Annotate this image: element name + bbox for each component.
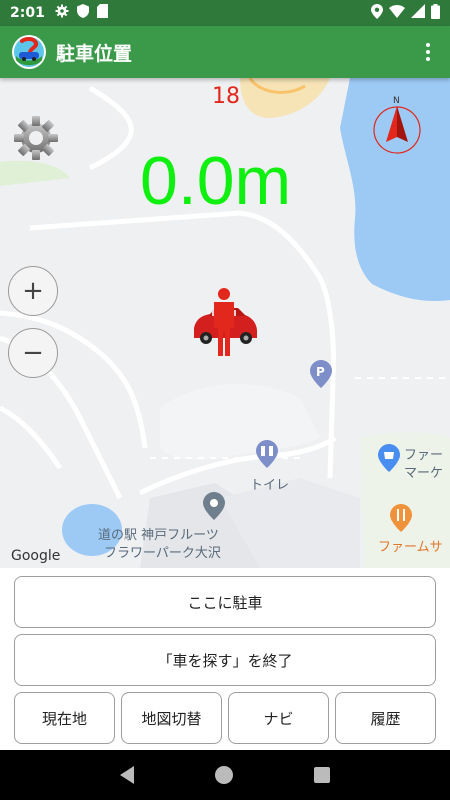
history-button[interactable]: 履歴 — [335, 692, 436, 744]
toilet-map-label: トイレ — [250, 478, 290, 493]
farm-restaurant-label: ファームサ — [378, 540, 443, 555]
station-poi-icon[interactable] — [203, 492, 225, 520]
wifi-icon — [389, 4, 405, 22]
overflow-menu-icon[interactable] — [418, 37, 438, 67]
parked-car-marker-icon[interactable] — [190, 288, 260, 358]
zoom-in-label: + — [22, 276, 44, 306]
app-root: 2:01 駐車位置 18 0.0m N + − P トイレ 道の駅 神戸フルーツ… — [0, 0, 450, 800]
shield-icon — [76, 4, 89, 22]
system-nav-bar — [0, 750, 450, 800]
svg-text:P: P — [316, 365, 325, 379]
parking-car-logo-icon — [12, 35, 46, 69]
location-icon — [371, 3, 383, 23]
signal-icon — [411, 4, 425, 22]
recent-apps-icon[interactable] — [313, 767, 330, 783]
toilet-poi-icon[interactable] — [256, 440, 278, 468]
status-time: 2:01 — [10, 5, 45, 21]
station-map-label-line2: フラワーパーク大沢 — [104, 546, 221, 561]
status-bar: 2:01 — [0, 0, 450, 26]
control-panel: ここに駐車 「車を探す」を終了 現在地 地図切替 ナビ 履歴 — [0, 568, 450, 750]
back-icon[interactable] — [120, 766, 135, 784]
settings-icon — [55, 4, 69, 22]
farmers-market-label-line2: マーケ — [404, 466, 444, 481]
map-view[interactable]: 18 0.0m N + − P トイレ 道の駅 神戸フルーツ フラワーパーク大沢… — [0, 78, 450, 568]
status-right-icons — [371, 3, 440, 23]
compass-icon[interactable]: N — [370, 94, 424, 156]
home-icon[interactable] — [214, 766, 233, 784]
app-bar: 駐車位置 — [0, 26, 450, 78]
compass-north-label: N — [393, 96, 400, 106]
zoom-in-button[interactable]: + — [8, 266, 58, 316]
map-settings-gear-icon[interactable] — [12, 114, 60, 162]
status-left-icons — [55, 4, 108, 22]
end-search-button[interactable]: 「車を探す」を終了 — [14, 634, 436, 686]
park-here-button[interactable]: ここに駐車 — [14, 576, 436, 628]
navi-button[interactable]: ナビ — [228, 692, 329, 744]
counter-value: 18 — [212, 84, 240, 109]
google-attribution: Google — [11, 548, 61, 564]
switch-map-button[interactable]: 地図切替 — [121, 692, 222, 744]
parking-poi-icon[interactable]: P — [310, 360, 332, 388]
zoom-out-button[interactable]: − — [8, 328, 58, 378]
distance-readout: 0.0m — [140, 143, 292, 219]
current-location-button[interactable]: 現在地 — [14, 692, 115, 744]
app-title: 駐車位置 — [56, 42, 133, 65]
sd-card-icon — [96, 4, 108, 22]
restaurant-poi-icon[interactable] — [390, 504, 412, 532]
shopping-poi-icon[interactable] — [378, 444, 400, 472]
battery-icon — [431, 3, 440, 23]
farmers-market-label-line1: ファー — [404, 448, 444, 463]
zoom-out-label: − — [22, 338, 44, 368]
station-map-label-line1: 道の駅 神戸フルーツ — [98, 528, 219, 543]
